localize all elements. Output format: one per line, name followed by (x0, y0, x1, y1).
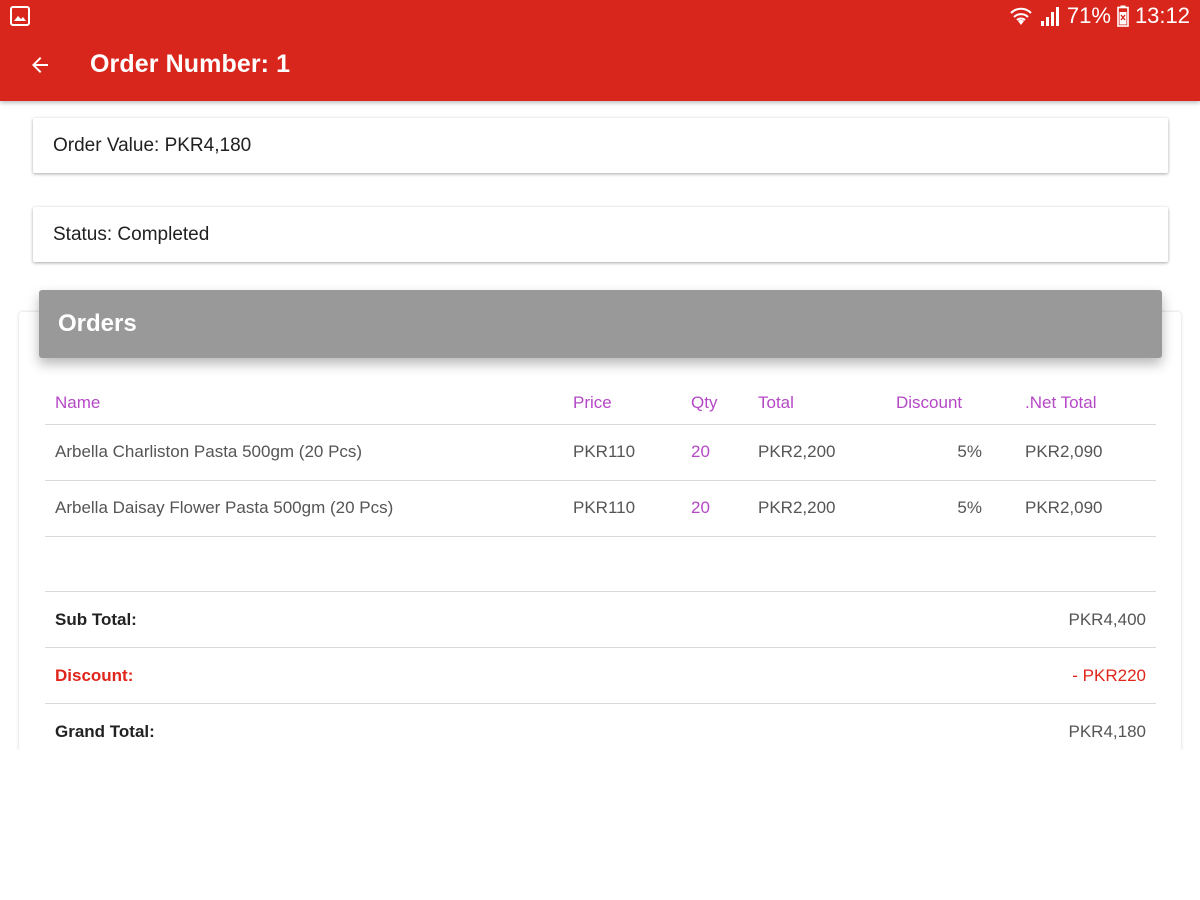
signal-icon (1040, 7, 1059, 26)
order-status-text: Status: Completed (53, 223, 210, 245)
arrow-back-icon (32, 57, 48, 73)
item-discount: 5% (896, 480, 1025, 537)
column-header-discount: Discount (896, 382, 1025, 425)
battery-icon (1117, 5, 1129, 27)
item-total: PKR2,200 (758, 480, 896, 537)
page-title: Order Number: 1 (90, 50, 291, 78)
order-items-table: Name Price Qty Total Discount .Net Total… (45, 382, 1156, 537)
app-bar: 71% 13:12 Order Number: 1 (0, 0, 1200, 101)
discount-label: Discount: (45, 647, 664, 704)
item-price: PKR110 (573, 480, 691, 537)
gallery-icon (10, 6, 30, 26)
sub-total-row: Sub Total: PKR4,400 (45, 591, 1156, 648)
item-net-total: PKR2,090 (1025, 424, 1156, 481)
item-name: Arbella Charliston Pasta 500gm (20 Pcs) (45, 424, 573, 481)
item-qty: 20 (691, 424, 758, 481)
sub-total-value: PKR4,400 (663, 591, 1156, 648)
column-header-price: Price (573, 382, 691, 425)
item-price: PKR110 (573, 424, 691, 481)
item-name: Arbella Daisay Flower Pasta 500gm (20 Pc… (45, 480, 573, 537)
status-bar: 71% 13:12 (0, 0, 1200, 32)
battery-percent: 71% (1066, 3, 1111, 28)
order-status-card: Status: Completed (33, 207, 1168, 262)
discount-value: - PKR220 (663, 647, 1156, 704)
orders-header-title: Orders (58, 310, 137, 337)
item-discount: 5% (896, 424, 1025, 481)
item-qty: 20 (691, 480, 758, 537)
item-net-total: PKR2,090 (1025, 480, 1156, 537)
column-header-qty: Qty (691, 382, 758, 425)
clock: 13:12 (1134, 3, 1190, 28)
status-bar-right: 71% 13:12 (1009, 2, 1190, 30)
blank-area (0, 750, 1200, 900)
sub-total-label: Sub Total: (45, 591, 664, 648)
table-row: Arbella Daisay Flower Pasta 500gm (20 Pc… (45, 480, 1156, 537)
discount-row: Discount: - PKR220 (45, 647, 1156, 704)
column-header-total: Total (758, 382, 896, 425)
orders-header: Orders (39, 290, 1162, 358)
wifi-icon (1010, 7, 1032, 25)
order-value-card: Order Value: PKR4,180 (33, 118, 1168, 173)
table-header-row: Name Price Qty Total Discount .Net Total (45, 382, 1156, 425)
order-value-text: Order Value: PKR4,180 (53, 134, 252, 156)
column-header-name: Name (45, 382, 573, 425)
back-button[interactable] (24, 48, 56, 82)
column-header-net-total: .Net Total (1025, 382, 1156, 425)
item-total: PKR2,200 (758, 424, 896, 481)
table-row: Arbella Charliston Pasta 500gm (20 Pcs) … (45, 424, 1156, 481)
totals-table: Sub Total: PKR4,400 Discount: - PKR220 G… (45, 591, 1156, 760)
